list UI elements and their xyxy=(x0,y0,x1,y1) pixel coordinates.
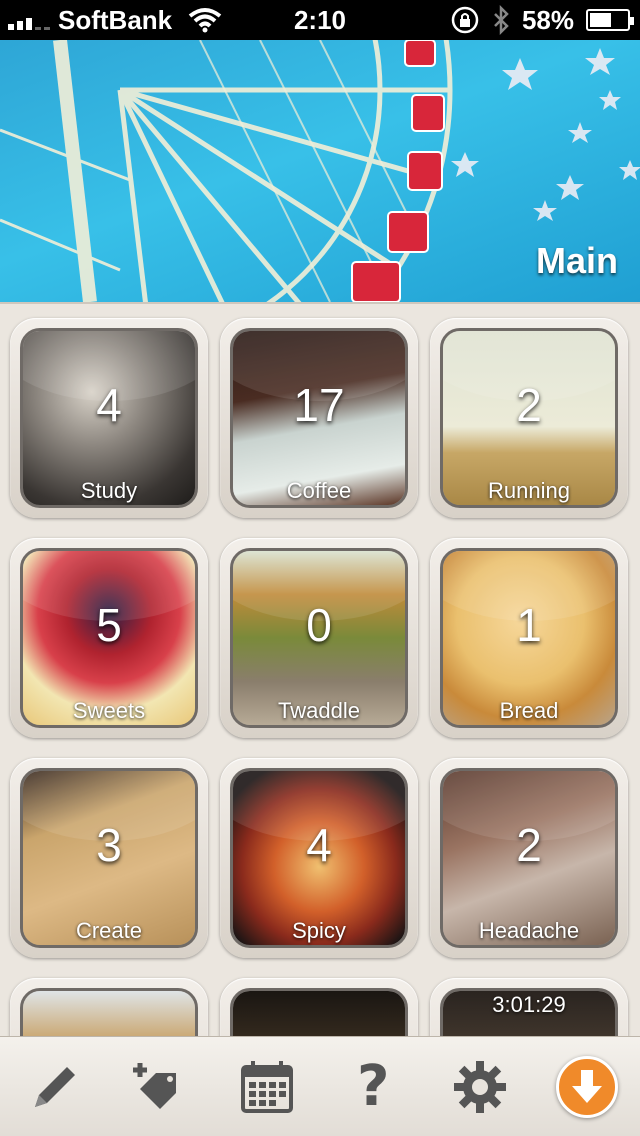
tile-count: 5 xyxy=(96,599,122,651)
tile-count: 0 xyxy=(306,599,332,651)
help-button[interactable]: ? xyxy=(337,1051,409,1123)
timer-label: 3:01:29 xyxy=(492,992,566,1017)
category-tile[interactable]: 5 Sweets xyxy=(10,538,208,738)
bottom-toolbar: ? xyxy=(0,1036,640,1136)
tile-label: Spicy xyxy=(292,918,346,943)
calendar-icon xyxy=(240,1060,293,1113)
category-tile[interactable]: 17 Coffee xyxy=(220,318,418,518)
tile-label: Sweets xyxy=(72,698,146,723)
settings-button[interactable] xyxy=(444,1051,516,1123)
tile-count: 2 xyxy=(516,379,542,431)
tile-count: 1 xyxy=(516,599,542,651)
carrier-name: SoftBank xyxy=(58,4,173,35)
tile-count: 3 xyxy=(96,819,122,871)
download-icon xyxy=(555,1055,618,1118)
download-button[interactable] xyxy=(551,1051,623,1123)
tile-photo xyxy=(233,991,405,1036)
tile-label: Bread xyxy=(499,698,559,723)
status-bar: SoftBank 2:10 58% xyxy=(0,0,640,40)
battery-percent: 58% xyxy=(521,4,574,35)
status-left: SoftBank xyxy=(8,0,222,40)
category-tile[interactable]: 3:01:29 xyxy=(430,978,628,1036)
category-tile[interactable]: 2 Headache xyxy=(430,758,628,958)
bluetooth-icon xyxy=(494,5,509,35)
category-tile[interactable]: 1 Bread xyxy=(430,538,628,738)
calendar-button[interactable] xyxy=(231,1051,303,1123)
tile-label: Running xyxy=(488,478,570,503)
settings-icon xyxy=(453,1060,506,1113)
tile-photo xyxy=(23,991,195,1036)
add-tag-button[interactable] xyxy=(124,1051,196,1123)
wifi-icon xyxy=(188,8,222,33)
status-right: 58% xyxy=(450,0,634,40)
header-banner: Main xyxy=(0,40,640,302)
rotation-lock-icon xyxy=(451,6,479,34)
add-tag-icon xyxy=(132,1062,176,1109)
category-grid[interactable]: 4 Study 17 Coffee 2 Running 5 Sweets 0 T xyxy=(0,302,640,1036)
pencil-icon xyxy=(35,1066,76,1107)
category-tile[interactable]: 0 Twaddle xyxy=(220,538,418,738)
tile-count: 17 xyxy=(293,379,345,431)
tile-label: Twaddle xyxy=(278,698,360,723)
tile-count: 2 xyxy=(516,819,542,871)
tile-label: Headache xyxy=(478,918,580,943)
tile-count: 4 xyxy=(96,379,122,431)
category-tile[interactable]: 4 Spicy xyxy=(220,758,418,958)
tile-label: Study xyxy=(80,478,138,503)
page-title: Main xyxy=(535,240,618,281)
category-tile[interactable] xyxy=(10,978,208,1036)
category-tile[interactable]: 4 Study xyxy=(10,318,208,518)
category-tile[interactable]: 2 Running xyxy=(430,318,628,518)
category-tile[interactable] xyxy=(220,978,418,1036)
tile-label: Create xyxy=(75,918,143,943)
tile-label: Coffee xyxy=(286,478,352,503)
tile-count: 4 xyxy=(306,819,332,871)
category-tile[interactable]: 3 Create xyxy=(10,758,208,958)
help-icon: ? xyxy=(357,1054,390,1119)
edit-button[interactable] xyxy=(17,1051,89,1123)
battery-icon xyxy=(586,9,634,31)
signal-icon xyxy=(8,10,50,30)
